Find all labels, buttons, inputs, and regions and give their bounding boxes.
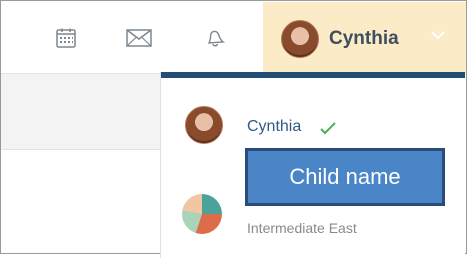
calendar-icon (56, 28, 76, 48)
class-avatar (182, 194, 222, 234)
user-menu-button[interactable]: Cynthia (263, 2, 466, 74)
chevron-down-icon (431, 31, 445, 40)
left-content-header (1, 74, 161, 150)
check-icon (320, 122, 336, 135)
class-name: Intermediate East (247, 220, 357, 236)
bell-icon (207, 30, 226, 47)
child-avatar (185, 106, 223, 144)
child-name: Cynthia (247, 118, 302, 135)
calendar-button[interactable] (46, 21, 86, 55)
mail-icon (126, 29, 152, 47)
notifications-button[interactable] (194, 21, 234, 55)
selected-child-item[interactable]: Cynthia (161, 96, 465, 156)
user-avatar (281, 20, 319, 58)
user-name: Cynthia (329, 28, 399, 49)
child-name-callout: Child name (245, 148, 445, 206)
top-bar: Cynthia (1, 1, 466, 74)
mail-button[interactable] (119, 21, 159, 55)
